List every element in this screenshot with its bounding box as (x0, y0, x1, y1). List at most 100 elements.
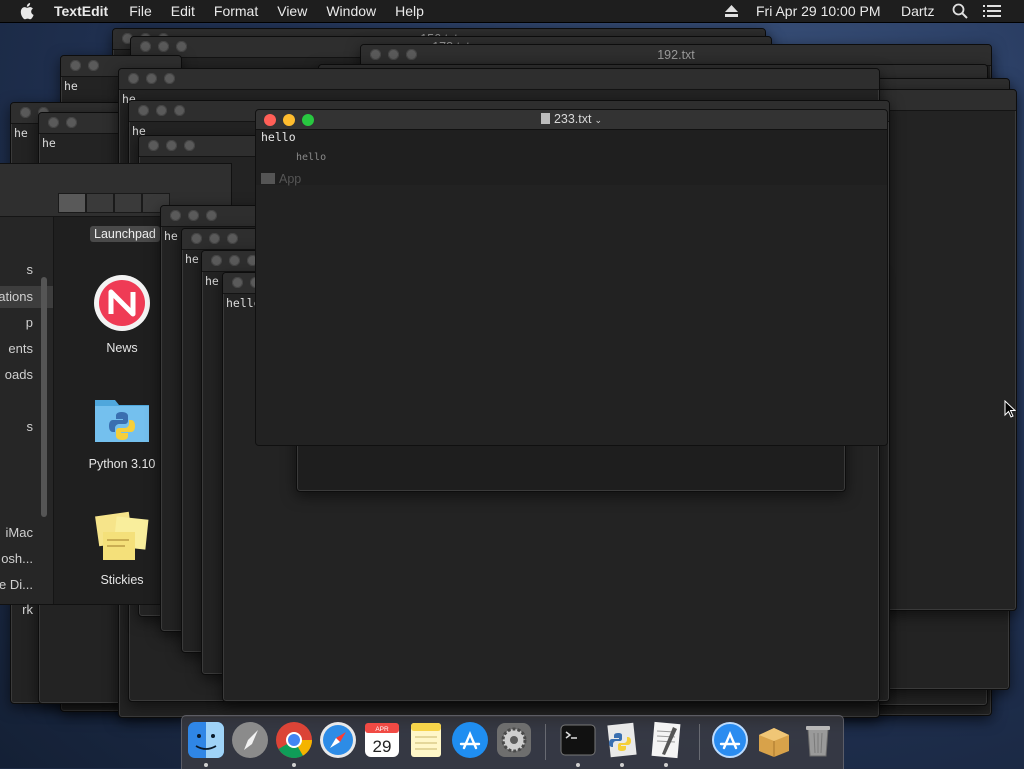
terminal-icon[interactable] (559, 721, 597, 759)
zoom-button[interactable] (184, 140, 195, 151)
close-button[interactable] (211, 255, 222, 266)
running-indicator (204, 763, 208, 767)
window-text[interactable]: he (42, 136, 56, 150)
textedit-icon[interactable] (647, 721, 685, 759)
minimize-button[interactable] (146, 73, 157, 84)
dock: APR 29 (181, 715, 844, 769)
trash-icon[interactable] (799, 721, 837, 759)
app-stickies[interactable]: Stickies (87, 506, 157, 587)
window-title: 192.txt (657, 48, 695, 62)
app-store-icon[interactable] (451, 721, 489, 759)
zoom-button[interactable] (227, 233, 238, 244)
window-text[interactable]: he (64, 79, 78, 93)
python-folder-icon (95, 400, 149, 442)
minimize-button[interactable] (156, 105, 167, 116)
notes-icon[interactable] (407, 721, 445, 759)
apple-icon[interactable] (20, 2, 36, 20)
safari-icon[interactable] (319, 721, 357, 759)
minimize-button[interactable] (229, 255, 240, 266)
document-body[interactable] (256, 185, 887, 445)
app-news[interactable]: News (87, 274, 157, 355)
running-indicator (664, 763, 668, 767)
close-button[interactable] (20, 107, 31, 118)
menu-clock[interactable]: Fri Apr 29 10:00 PM (756, 0, 881, 22)
system-preferences-icon[interactable] (495, 721, 533, 759)
minimize-button[interactable] (209, 233, 220, 244)
zoom-button[interactable] (164, 73, 175, 84)
sidebar-item-imac[interactable]: iMac (0, 522, 53, 544)
sidebar-item-remote-disc[interactable]: e Di... (0, 574, 53, 596)
close-button[interactable] (48, 117, 59, 128)
app-store-downloads-icon[interactable] (711, 721, 749, 759)
minimize-button[interactable] (166, 140, 177, 151)
menu-file[interactable]: File (129, 0, 152, 22)
archive-utility-icon[interactable] (755, 721, 793, 759)
spotlight-search-icon[interactable] (952, 3, 968, 19)
news-icon (94, 275, 150, 331)
dock-separator (545, 724, 546, 760)
menu-edit[interactable]: Edit (171, 0, 195, 22)
stickies-icon (95, 511, 149, 560)
notification-center-icon[interactable] (983, 4, 1001, 18)
view-switcher (58, 193, 170, 213)
running-indicator (292, 763, 296, 767)
menu-bar: TextEdit File Edit Format View Window He… (0, 0, 1024, 22)
close-button[interactable] (232, 277, 243, 288)
sidebar-item-network[interactable]: rk (0, 599, 53, 621)
window-title-text: 233.txt (553, 112, 592, 126)
sidebar-scrollbar[interactable] (41, 277, 47, 517)
launchpad-label[interactable]: Launchpad (90, 226, 160, 242)
mouse-pointer-icon (1004, 400, 1016, 418)
menu-help[interactable]: Help (395, 0, 424, 22)
textedit-window-233[interactable]: 233.txt ⌄ hello hello App (255, 109, 888, 446)
document-text[interactable]: hello (261, 130, 296, 144)
running-indicator (576, 763, 580, 767)
calendar-month: APR (375, 726, 389, 733)
launchpad-icon[interactable] (231, 721, 269, 759)
menu-window[interactable]: Window (326, 0, 376, 22)
zoom-button[interactable] (206, 210, 217, 221)
app-label: News (106, 341, 138, 355)
column-view-button[interactable] (114, 193, 142, 213)
close-button[interactable] (138, 105, 149, 116)
calendar-icon[interactable]: APR 29 (363, 721, 401, 759)
app-label: Stickies (100, 573, 144, 587)
menu-user-name[interactable]: Dartz (901, 0, 934, 22)
window-title-bar[interactable]: 233.txt ⌄ (256, 110, 887, 130)
eject-icon[interactable] (725, 5, 738, 17)
sidebar-item-macintosh-hd[interactable]: osh... (0, 548, 53, 570)
menu-app-name[interactable]: TextEdit (54, 0, 108, 22)
minimize-button[interactable] (188, 210, 199, 221)
menu-view[interactable]: View (277, 0, 307, 22)
dock-separator (699, 724, 700, 760)
window-text[interactable]: he (185, 252, 199, 266)
minimize-button[interactable] (88, 60, 99, 71)
minimize-button[interactable] (66, 117, 77, 128)
ghost-text: hello (296, 152, 327, 163)
close-button[interactable] (70, 60, 81, 71)
window-text[interactable]: he (205, 274, 219, 288)
close-button[interactable] (191, 233, 202, 244)
close-button[interactable] (148, 140, 159, 151)
menu-format[interactable]: Format (214, 0, 258, 22)
chrome-icon[interactable] (275, 721, 313, 759)
close-button[interactable] (170, 210, 181, 221)
running-indicator (620, 763, 624, 767)
window-text[interactable]: he (14, 126, 28, 140)
ghost-path: App (279, 172, 302, 186)
app-label: Python 3.10 (88, 457, 156, 471)
list-view-button[interactable] (86, 193, 114, 213)
app-python[interactable]: Python 3.10 (87, 390, 157, 471)
icon-view-button[interactable] (58, 193, 86, 213)
finder-sidebar: s ations p ents oads s iMac osh... e Di.… (0, 217, 54, 617)
folder-icon (261, 173, 275, 184)
zoom-button[interactable] (174, 105, 185, 116)
chevron-down-icon[interactable]: ⌄ (594, 115, 602, 125)
window-title-bar[interactable]: 192.txt (361, 45, 991, 66)
close-button[interactable] (128, 73, 139, 84)
finder-icon[interactable] (187, 721, 225, 759)
window-title: 233.txt ⌄ (256, 110, 887, 130)
calendar-day: 29 (373, 737, 392, 756)
window-text[interactable]: he (164, 229, 178, 243)
python-launcher-icon[interactable] (603, 721, 641, 759)
